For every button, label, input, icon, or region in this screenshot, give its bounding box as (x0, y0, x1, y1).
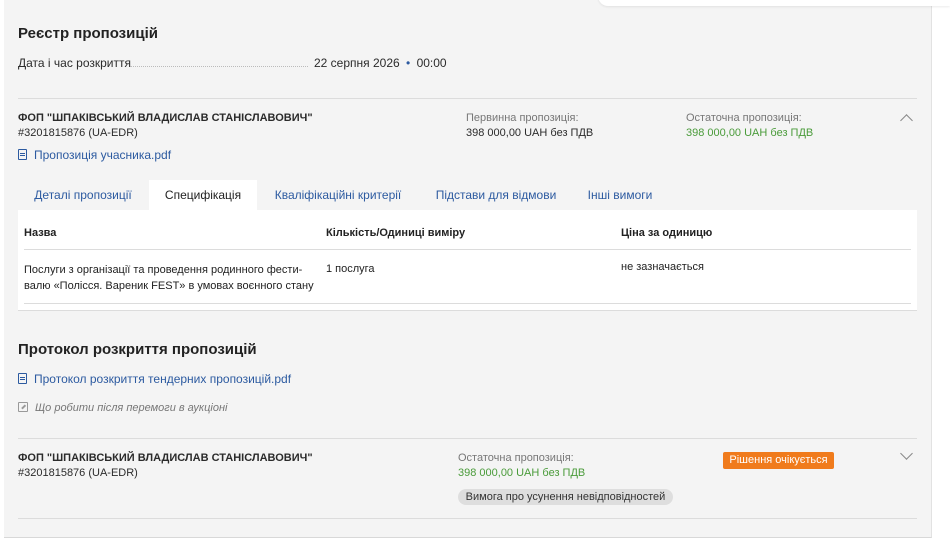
row-name-line2: валю «Полісся. Вареник FEST» в умовах во… (24, 280, 314, 292)
registry-title: Реєстр пропозицій (18, 25, 158, 42)
requirement-badge[interactable]: Вимога про усунення невідповідностей (458, 489, 673, 505)
final-proposal-label: Остаточна пропозиція: (458, 452, 574, 464)
protocol-file-link[interactable]: Протокол розкриття тендерних пропозицій.… (18, 372, 291, 386)
status-badge: Рішення очікується (723, 452, 834, 469)
col-header-price: Ціна за одиницю (621, 227, 713, 239)
open-date-label: Дата і час розкриття (18, 56, 131, 70)
tab-rejection-grounds[interactable]: Підстави для відмови (421, 180, 571, 210)
tab-other-requirements[interactable]: Інші вимоги (573, 180, 667, 210)
open-date: 22 серпня 2026 (314, 56, 400, 70)
col-header-name: Назва (24, 227, 57, 239)
row-price: не зазначається (621, 261, 704, 273)
specification-table: Назва Кількість/Одиниці виміру Ціна за о… (18, 210, 917, 311)
divider (18, 518, 917, 519)
top-card-edge (598, 0, 950, 6)
bidder-id: #3201815876 (UA-EDR) (18, 127, 138, 139)
protocol-title: Протокол розкриття пропозицій (18, 341, 257, 358)
dotted-leader (130, 66, 308, 67)
open-date-value: 22 серпня 2026 • 00:00 (314, 56, 447, 70)
row-quantity: 1 послуга (326, 263, 375, 275)
tab-qualification[interactable]: Кваліфікаційні критерії (258, 180, 418, 210)
after-win-link[interactable]: Що робити після перемоги в аукціоні (18, 402, 227, 414)
table-header-divider (24, 249, 911, 250)
protocol-file-label: Протокол розкриття тендерних пропозицій.… (34, 372, 292, 386)
bidder-id: #3201815876 (UA-EDR) (18, 467, 138, 479)
tab-details[interactable]: Деталі пропозиції (18, 180, 148, 210)
tab-specification[interactable]: Специфікація (149, 180, 257, 210)
proposal-tabs: Деталі пропозиції Специфікація Кваліфіка… (18, 180, 917, 210)
open-time: 00:00 (416, 56, 447, 70)
bidder-name: ФОП "ШПАКІВСЬКИЙ ВЛАДИСЛАВ СТАНІСЛАВОВИЧ… (18, 452, 313, 464)
row-name-line1: Послуги з організації та проведення роди… (24, 264, 303, 276)
initial-proposal-value: 398 000,00 UAH без ПДВ (466, 127, 594, 139)
divider (18, 98, 917, 99)
final-proposal-value: 398 000,00 UAH без ПДВ (686, 127, 814, 139)
bidder-name: ФОП "ШПАКІВСЬКИЙ ВЛАДИСЛАВ СТАНІСЛАВОВИЧ… (18, 112, 313, 124)
row-name: Послуги з організації та проведення роди… (24, 262, 314, 294)
proposal-file-link[interactable]: Пропозиція учасника.pdf (18, 148, 171, 162)
edit-note-icon (18, 402, 28, 412)
document-icon (18, 149, 27, 160)
after-win-label: Що робити після перемоги в аукціоні (35, 402, 228, 414)
document-icon (18, 373, 27, 384)
final-proposal-label: Остаточна пропозиція: (686, 112, 802, 124)
initial-proposal-label: Первинна пропозиція: (466, 112, 579, 124)
date-separator: • (406, 56, 411, 70)
final-proposal-value: 398 000,00 UAH без ПДВ (458, 467, 586, 479)
proposal-file-label: Пропозиція учасника.pdf (34, 148, 172, 162)
table-row-divider (24, 303, 911, 304)
col-header-quantity: Кількість/Одиниці виміру (326, 227, 466, 239)
divider (18, 438, 917, 439)
